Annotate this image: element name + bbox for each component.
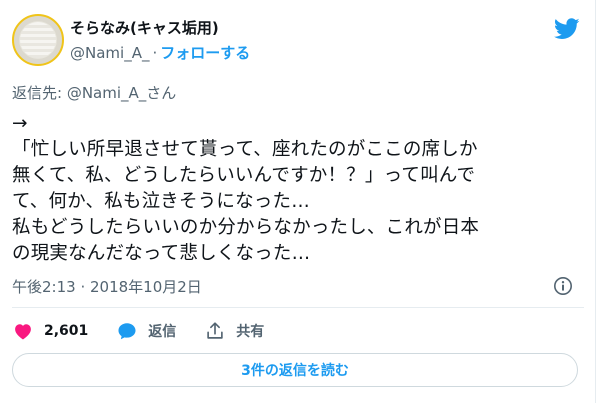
tweet-card: そらなみ(キャス垢用) @Nami_A_ · フォローする 返信先: @Nami_A…: [0, 0, 596, 403]
follow-button[interactable]: フォローする: [160, 44, 250, 62]
tweet-timestamp[interactable]: 午後2:13 · 2018年10月2日: [12, 276, 202, 297]
reply-label: 返信: [148, 324, 177, 340]
avatar[interactable]: [12, 14, 64, 66]
handle-row: @Nami_A_ · フォローする: [70, 42, 250, 63]
tweet-header: そらなみ(キャス垢用) @Nami_A_ · フォローする: [12, 12, 584, 68]
reply-to-label: 返信先: @Nami_A_さん: [12, 84, 177, 102]
user-handle[interactable]: @Nami_A_: [70, 44, 149, 62]
tweet-text: → 「忙しい所早退させて貰って、座れたのがここの席しか 無くて、私、どうしたらい…: [12, 113, 480, 264]
info-icon[interactable]: [553, 276, 573, 296]
share-icon: [207, 322, 223, 339]
display-name[interactable]: そらなみ(キャス垢用): [70, 17, 219, 38]
heart-icon: [15, 324, 31, 340]
divider: [12, 307, 584, 308]
twitter-bird-icon[interactable]: [554, 18, 580, 40]
tweet-actions: 2,601 返信 共有: [12, 318, 292, 344]
speech-bubble-icon: [118, 323, 136, 340]
read-replies-button[interactable]: 3件の返信を読む: [12, 353, 578, 387]
like-count: 2,601: [44, 323, 89, 339]
share-button[interactable]: 共有: [204, 320, 264, 342]
like-button[interactable]: 2,601: [12, 320, 88, 342]
reply-button[interactable]: 返信: [116, 320, 176, 342]
separator: ·: [152, 44, 158, 62]
share-label: 共有: [236, 324, 265, 340]
